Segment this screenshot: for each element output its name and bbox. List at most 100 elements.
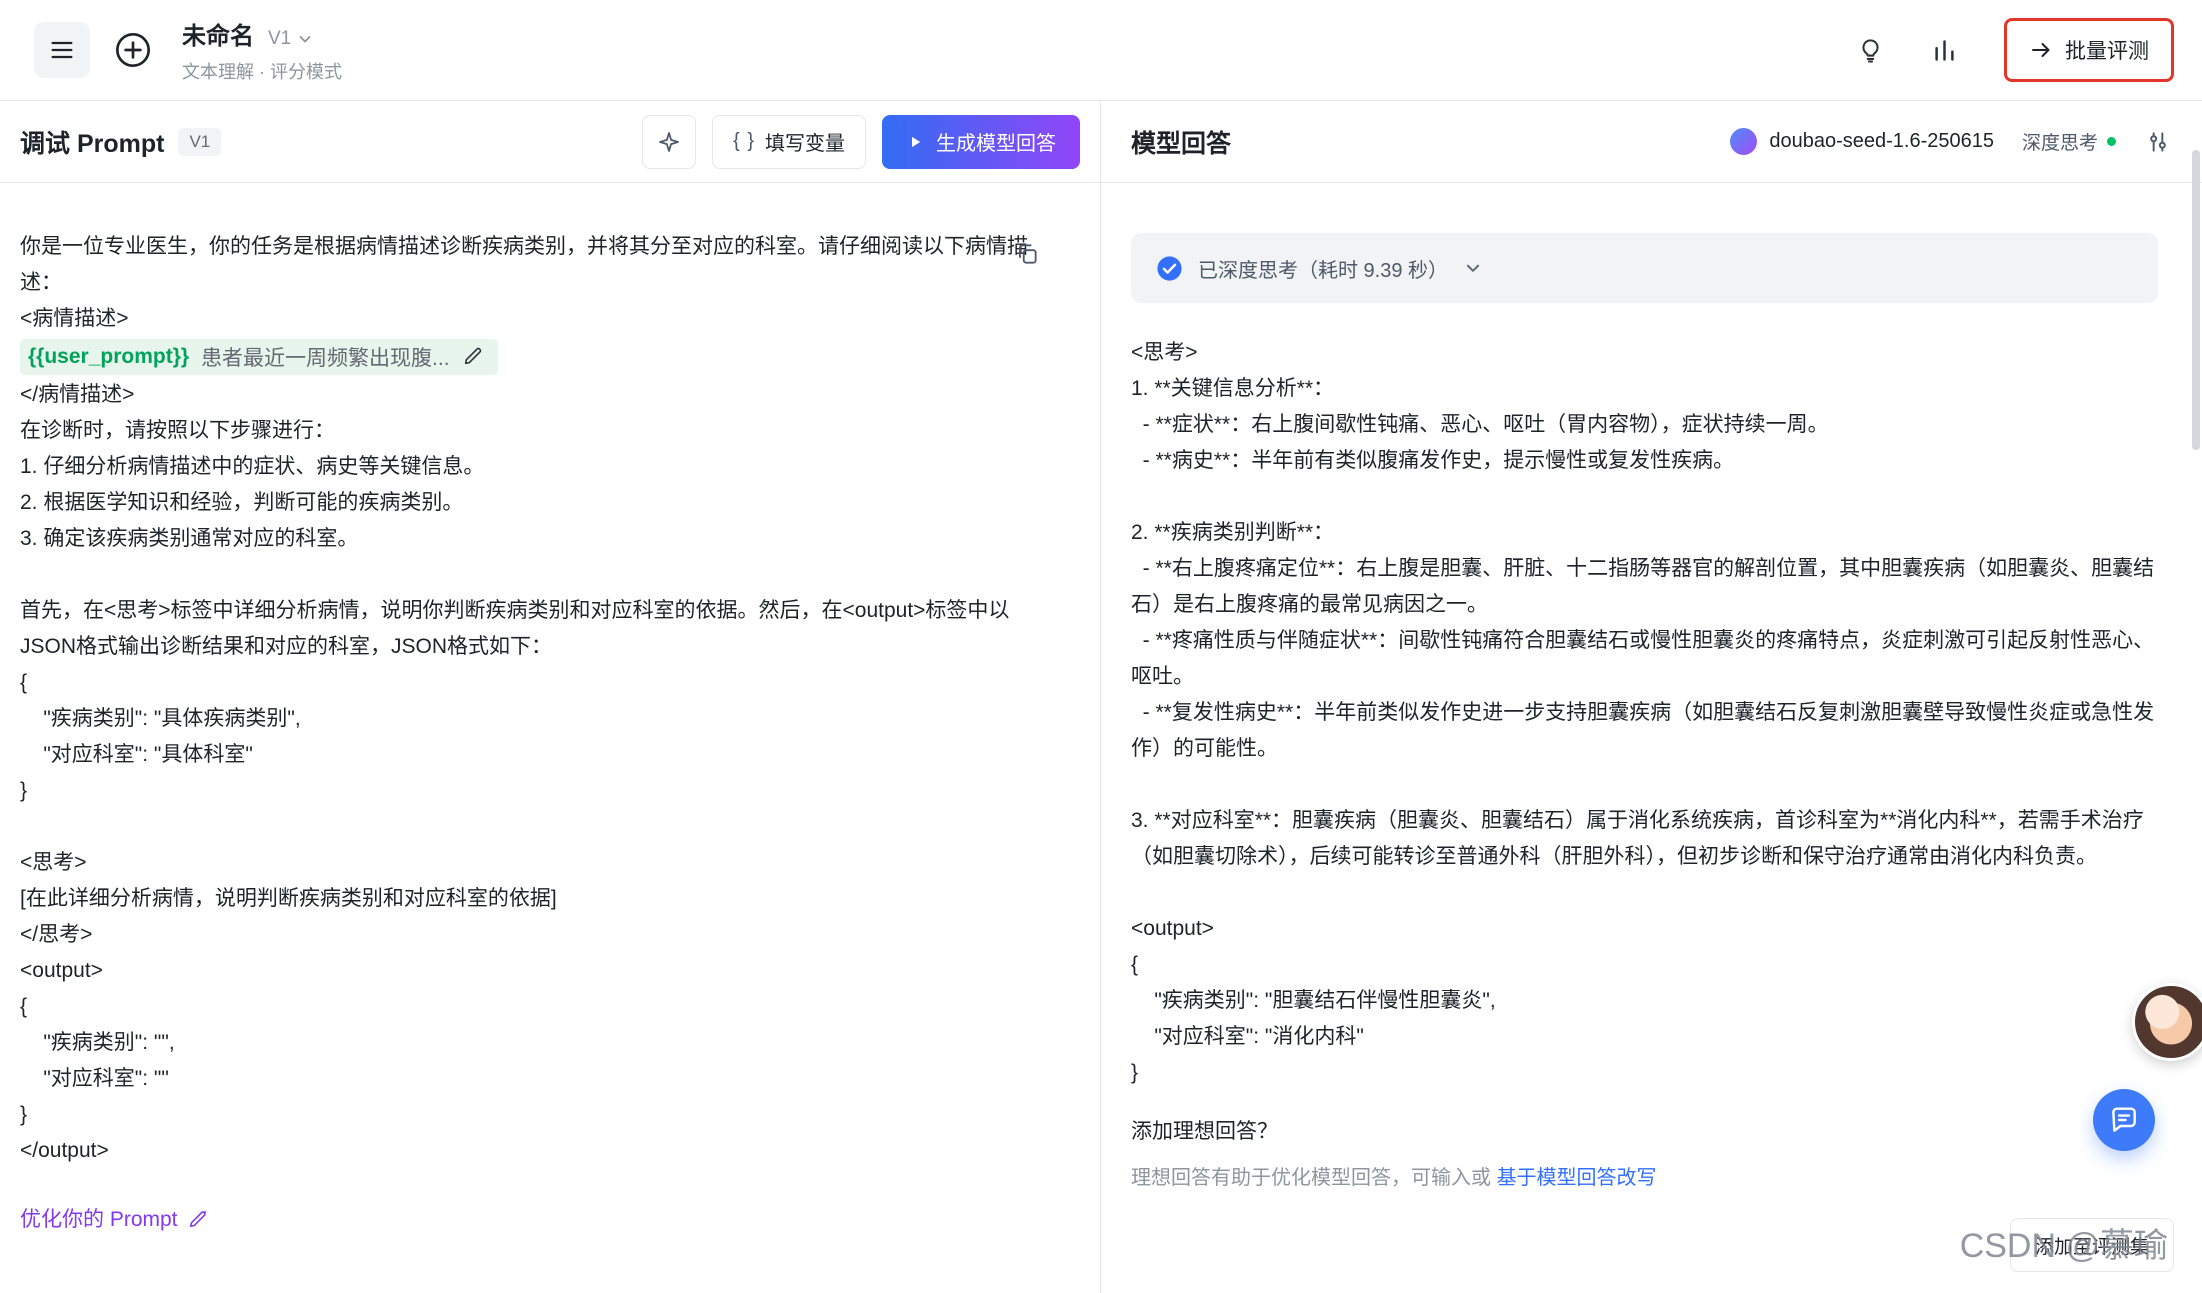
idea-button[interactable] (1850, 30, 1890, 70)
chat-support-button[interactable] (2093, 1089, 2155, 1151)
document-title: 未命名 (182, 16, 254, 51)
prompt-line: 2. 根据医学知识和经验，判断可能的疾病类别。 (20, 485, 1060, 521)
response-line: "疾病类别": "胆囊结石伴慢性胆囊炎", (1131, 983, 2158, 1019)
model-logo-icon (1730, 128, 1757, 155)
response-line: - **复发性病史**：半年前类似发作史进一步支持胆囊疾病（如胆囊结石反复刺激胆… (1131, 695, 2158, 767)
document-subtitle: 文本理解 · 评分模式 (182, 58, 342, 84)
prompt-line: <病情描述> (20, 301, 1060, 337)
prompt-line: "疾病类别": "", (20, 1025, 1060, 1061)
response-line: - **疼痛性质与伴随症状**：间歇性钝痛符合胆囊结石或慢性胆囊炎的疼痛特点，炎… (1131, 623, 2158, 695)
copy-icon (1014, 241, 1042, 267)
thinking-summary-text: 已深度思考（耗时 9.39 秒） (1198, 254, 1448, 283)
fill-variables-button[interactable]: { } 填写变量 (712, 115, 866, 169)
assistant-avatar[interactable] (2132, 983, 2202, 1061)
response-line (1131, 875, 2158, 911)
optimize-prompt-link[interactable]: 优化你的 Prompt (20, 1203, 210, 1233)
thinking-mode-label: 深度思考 (2022, 128, 2098, 155)
prompt-panel-header: 调试 Prompt V1 { } 填写变量 生成模型回答 (0, 101, 1100, 183)
response-line: "对应科室": "消化内科" (1131, 1019, 2158, 1055)
annotation-highlight: 批量评测 (2004, 18, 2174, 82)
prompt-line: 你是一位专业医生，你的任务是根据病情描述诊断疾病类别，并将其分至对应的科室。请仔… (20, 229, 1060, 301)
hamburger-icon (48, 36, 76, 64)
prompt-editor[interactable]: 你是一位专业医生，你的任务是根据病情描述诊断疾病类别，并将其分至对应的科室。请仔… (0, 183, 1100, 1293)
prompt-line: <output> (20, 953, 1060, 989)
version-label: V1 (268, 28, 291, 50)
sparkle-icon (657, 130, 681, 154)
add-to-evalset-button[interactable]: 添加至评测集 (2010, 1218, 2174, 1272)
prompt-line: } (20, 773, 1060, 809)
variable-chip[interactable]: {{user_prompt}} 患者最近一周频繁出现腹... (20, 339, 498, 375)
report-button[interactable] (1924, 30, 1964, 70)
prompt-line: 3. 确定该疾病类别通常对应的科室。 (20, 521, 1060, 557)
version-dropdown[interactable]: V1 (268, 28, 313, 50)
prompt-line: [在此详细分析病情，说明判断疾病类别和对应科室的依据] (20, 881, 1060, 917)
new-prompt-button[interactable] (110, 27, 156, 73)
response-line (1131, 479, 2158, 515)
arrow-right-icon (2029, 38, 2053, 62)
top-header: 未命名 V1 文本理解 · 评分模式 (0, 0, 2202, 101)
generate-response-button[interactable]: 生成模型回答 (882, 115, 1080, 169)
ai-optimize-button[interactable] (642, 115, 696, 169)
response-line (1131, 767, 2158, 803)
prompt-line (20, 809, 1060, 845)
thinking-summary-bar[interactable]: 已深度思考（耗时 9.39 秒） (1131, 233, 2158, 303)
prompt-text-bottom: </病情描述>在诊断时，请按照以下步骤进行：1. 仔细分析病情描述中的症状、病史… (20, 377, 1060, 1169)
prompt-line: } (20, 1097, 1060, 1133)
response-content: 已深度思考（耗时 9.39 秒） <思考>1. **关键信息分析**： - **… (1101, 183, 2202, 1293)
bar-chart-icon (1931, 37, 1958, 64)
generate-response-label: 生成模型回答 (936, 127, 1056, 156)
prompt-version-badge: V1 (178, 128, 221, 156)
response-line: 2. **疾病类别判断**： (1131, 515, 2158, 551)
response-line: - **症状**：右上腹间歇性钝痛、恶心、呕吐（胃内容物），症状持续一周。 (1131, 407, 2158, 443)
response-panel-title: 模型回答 (1131, 124, 1231, 160)
check-circle-icon (1155, 254, 1184, 283)
magic-pen-icon (188, 1207, 210, 1229)
prompt-line: { (20, 989, 1060, 1025)
response-line: <output> (1131, 911, 2158, 947)
variable-preview: 患者最近一周频繁出现腹... (201, 342, 450, 372)
optimize-prompt-label: 优化你的 Prompt (20, 1203, 178, 1233)
ideal-answer-hint: 理想回答有助于优化模型回答，可输入或 基于模型回答改写 (1131, 1161, 2158, 1190)
ideal-answer-question: 添加理想回答？ (1131, 1115, 2158, 1145)
prompt-panel: 调试 Prompt V1 { } 填写变量 生成模型回答 (0, 101, 1101, 1293)
play-icon (906, 133, 924, 151)
prompt-line: </病情描述> (20, 377, 1060, 413)
rewrite-from-response-link[interactable]: 基于模型回答改写 (1497, 1167, 1657, 1189)
response-line: { (1131, 947, 2158, 983)
ideal-hint-text: 理想回答有助于优化模型回答，可输入或 (1131, 1167, 1497, 1189)
fill-variables-label: 填写变量 (765, 127, 845, 156)
sliders-icon (2145, 129, 2171, 155)
document-title-group: 未命名 V1 文本理解 · 评分模式 (182, 16, 342, 84)
lightbulb-icon (1857, 37, 1884, 64)
prompt-line: 在诊断时，请按照以下步骤进行： (20, 413, 1060, 449)
header-actions: 批量评测 (1850, 18, 2174, 82)
prompt-line: { (20, 665, 1060, 701)
prompt-line: </思考> (20, 917, 1060, 953)
model-controls: doubao-seed-1.6-250615 深度思考 (1730, 124, 2176, 160)
edit-variable-button[interactable] (462, 345, 486, 369)
response-panel-header: 模型回答 doubao-seed-1.6-250615 深度思考 (1101, 101, 2202, 183)
prompt-panel-title: 调试 Prompt (20, 124, 164, 160)
prompt-line: "对应科室": "" (20, 1061, 1060, 1097)
response-line: 1. **关键信息分析**： (1131, 371, 2158, 407)
main-content: 调试 Prompt V1 { } 填写变量 生成模型回答 (0, 101, 2202, 1293)
prompt-line: "疾病类别": "具体疾病类别", (20, 701, 1060, 737)
thinking-mode-toggle[interactable]: 深度思考 (2022, 128, 2116, 155)
scrollbar-thumb[interactable] (2192, 150, 2200, 450)
response-line: - **右上腹疼痛定位**：右上腹是胆囊、肝脏、十二指肠等器官的解剖位置，其中胆… (1131, 551, 2158, 623)
model-settings-button[interactable] (2140, 124, 2176, 160)
prompt-line: "对应科室": "具体科室" (20, 737, 1060, 773)
batch-eval-button[interactable]: 批量评测 (2015, 27, 2163, 73)
batch-eval-label: 批量评测 (2065, 35, 2149, 65)
model-selector[interactable]: doubao-seed-1.6-250615 (1769, 130, 1994, 153)
response-line: <思考> (1131, 335, 2158, 371)
prompt-line: <思考> (20, 845, 1060, 881)
response-line: 3. **对应科室**：胆囊疾病（胆囊炎、胆囊结石）属于消化系统疾病，首诊科室为… (1131, 803, 2158, 875)
prompt-line (20, 557, 1060, 593)
menu-button[interactable] (34, 22, 90, 78)
prompt-line: 首先，在<思考>标签中详细分析病情，说明你判断疾病类别和对应科室的依据。然后，在… (20, 593, 1060, 665)
braces-icon: { } (733, 130, 755, 153)
pencil-icon (462, 345, 486, 367)
response-line: - **病史**：半年前有类似腹痛发作史，提示慢性或复发性疾病。 (1131, 443, 2158, 479)
copy-button[interactable] (1014, 241, 1042, 269)
